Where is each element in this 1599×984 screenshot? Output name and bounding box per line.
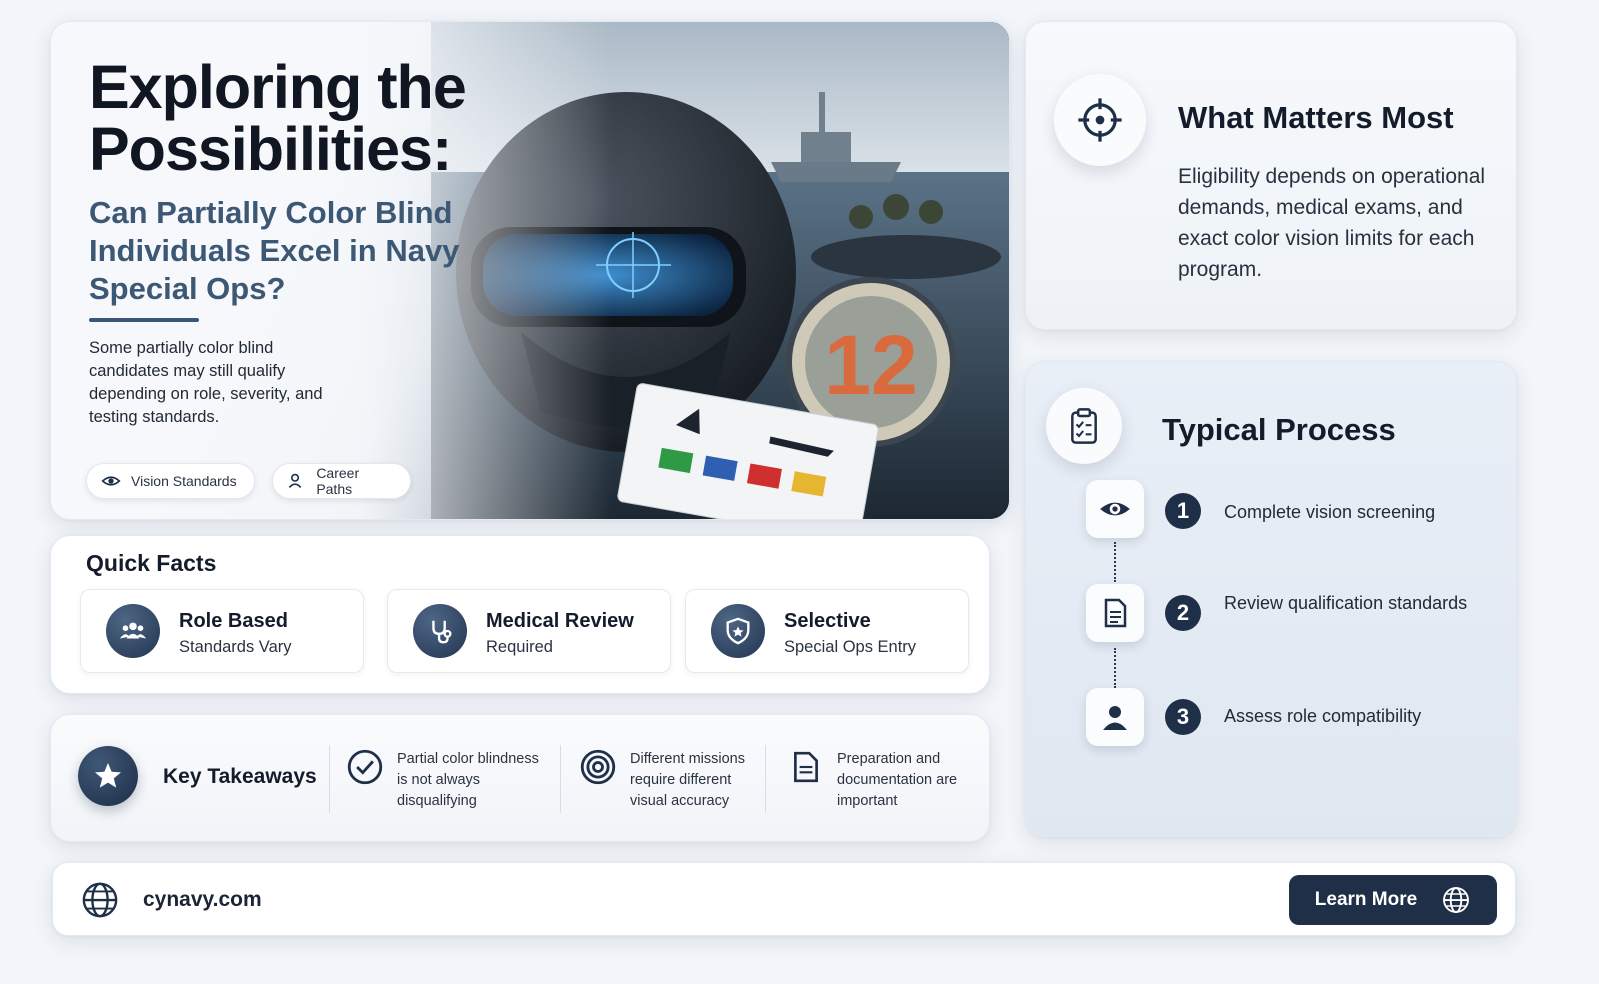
career-paths-chip[interactable]: Career Paths (272, 463, 411, 499)
step-number: 3 (1165, 699, 1201, 735)
site-link[interactable]: cynavy.com (143, 888, 262, 912)
footer-bar: cynavy.com Learn More (52, 862, 1516, 936)
what-matters-body: Eligibility depends on operational deman… (1178, 165, 1486, 282)
takeaway-text: Different missions require different vis… (630, 751, 745, 810)
takeaway-text: Partial color blindness is not always di… (397, 751, 539, 810)
fact-card-role-based: Role Based Standards Vary (80, 589, 364, 673)
eye-icon (1086, 480, 1144, 538)
hero-card: 12 Exploring the Possibilities: Can Part… (50, 21, 1010, 520)
hero-subtitle: Can Partially Color Blind Individuals Ex… (89, 195, 460, 306)
key-takeaways-title: Key Takeaways (163, 765, 317, 788)
step-number: 1 (1165, 493, 1201, 529)
what-matters-title: What Matters Most (1178, 100, 1454, 135)
stethoscope-icon (413, 604, 467, 658)
step-connector (1114, 542, 1116, 582)
what-matters-card: What Matters Most Eligibility depends on… (1025, 21, 1517, 330)
step-text: Complete vision screening (1224, 502, 1436, 522)
clipboard-icon (1046, 388, 1122, 464)
fact-card-medical-review: Medical Review Required (387, 589, 671, 673)
step-number: 2 (1165, 595, 1201, 631)
takeaway-text: Preparation and documentation are import… (837, 751, 958, 810)
globe-icon (1443, 887, 1470, 913)
check-circle-icon (347, 749, 383, 785)
takeaway-item: Preparation and documentation are import… (789, 749, 979, 812)
star-icon (78, 746, 138, 806)
target-icon (580, 749, 616, 785)
fact-subtitle: Required (486, 638, 553, 656)
hero-divider (89, 318, 199, 322)
career-paths-label: Career Paths (316, 465, 360, 497)
document-icon (794, 751, 818, 783)
learn-more-label: Learn More (1314, 889, 1418, 910)
document-icon (1086, 584, 1144, 642)
vision-standards-label: Vision Standards (131, 473, 237, 489)
key-takeaways-card: Key Takeaways Partial color blindness is… (50, 714, 990, 842)
plate-number: 12 (824, 318, 917, 412)
learn-more-button[interactable]: Learn More (1289, 875, 1497, 925)
step-text: Assess role compatibility (1224, 706, 1422, 726)
step-connector (1114, 648, 1116, 688)
quick-facts-card: Quick Facts Role Based Standards Vary Me… (50, 535, 990, 694)
person-icon (288, 473, 302, 488)
fact-card-selective: Selective Special Ops Entry (685, 589, 969, 673)
typical-process-title: Typical Process (1162, 412, 1396, 447)
shield-icon (711, 604, 765, 658)
takeaway-item: Partial color blindness is not always di… (347, 749, 547, 812)
quick-facts-heading: Quick Facts (86, 550, 217, 576)
step-text: Review qualification standards (1224, 593, 1468, 613)
eye-icon (101, 476, 121, 486)
divider (765, 745, 766, 813)
vision-standards-chip[interactable]: Vision Standards (86, 463, 255, 499)
hero-title: Exploring the Possibilities: (89, 53, 467, 184)
group-icon (106, 604, 160, 658)
takeaway-item: Different missions require different vis… (580, 749, 770, 812)
fact-subtitle: Special Ops Entry (784, 638, 917, 656)
crosshair-icon (1054, 74, 1146, 166)
divider (560, 745, 561, 813)
typical-process-card: Typical Process 1 Complete vision screen… (1025, 361, 1517, 837)
fact-title: Medical Review (486, 610, 634, 632)
hero-description: Some partially color blind candidates ma… (89, 339, 323, 427)
fact-title: Role Based (179, 610, 288, 632)
divider (329, 745, 330, 813)
globe-icon (82, 882, 118, 918)
fact-subtitle: Standards Vary (179, 638, 292, 656)
person-icon (1086, 688, 1144, 746)
fact-title: Selective (784, 610, 871, 632)
